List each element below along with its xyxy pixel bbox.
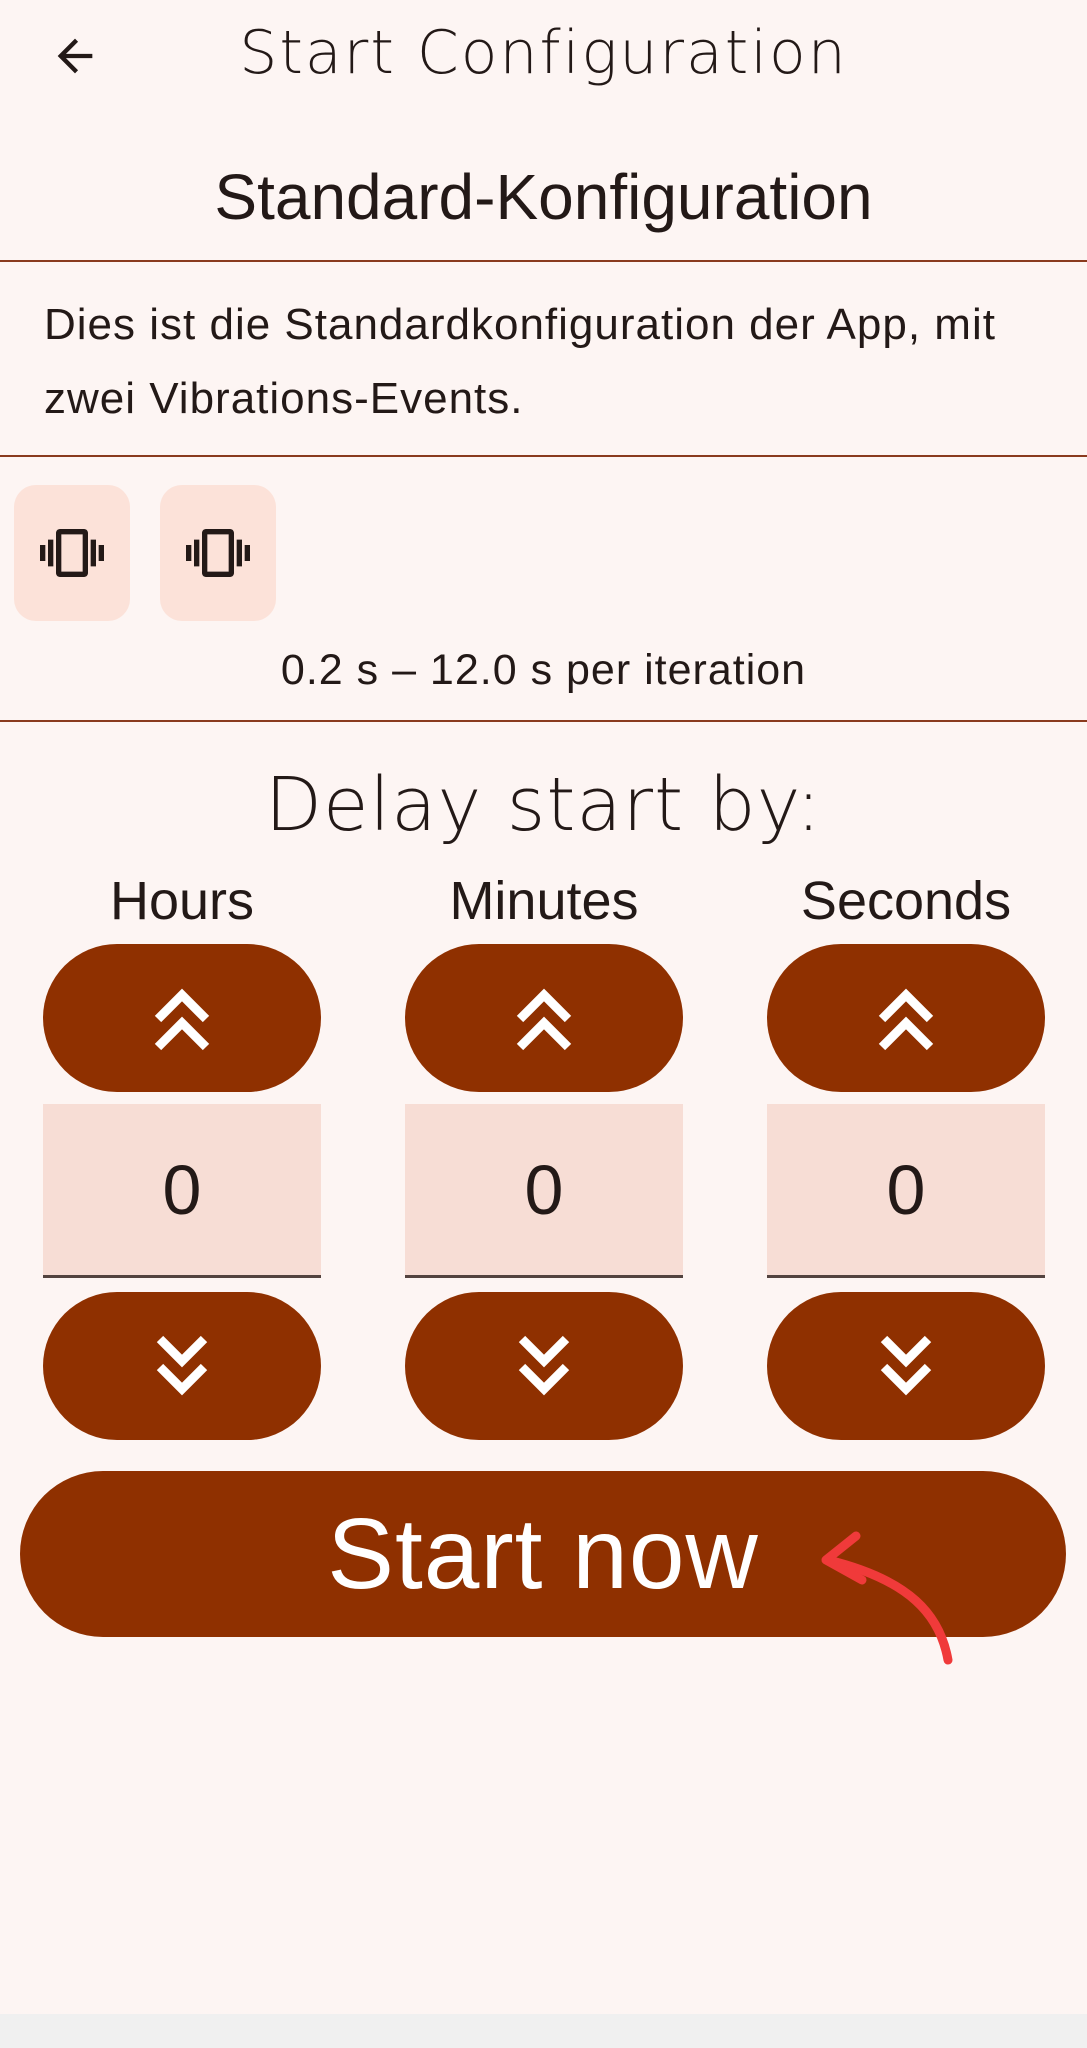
double-chevron-down-icon [156,1335,208,1396]
seconds-decrease-button[interactable] [767,1292,1045,1440]
double-chevron-up-icon [154,988,210,1051]
divider [0,455,1087,457]
hours-increase-button[interactable] [43,944,321,1092]
hours-decrease-button[interactable] [43,1292,321,1440]
start-now-label: Start now [327,1497,759,1610]
minutes-input[interactable]: 0 [405,1104,683,1278]
double-chevron-up-icon [516,988,572,1051]
hours-input[interactable]: 0 [43,1104,321,1278]
iteration-duration: 0.2 s – 12.0 s per iteration [280,646,807,694]
delay-title: Delay start by: [265,762,822,848]
divider [0,720,1087,722]
page-title: Start Configuration [239,18,848,88]
minutes-decrease-button[interactable] [405,1292,683,1440]
double-chevron-up-icon [878,988,934,1051]
seconds-label: Seconds [800,871,1012,931]
double-chevron-down-icon [518,1335,570,1396]
config-name: Standard-Konfiguration [214,161,873,233]
double-chevron-down-icon [880,1335,932,1396]
vibration-icon [40,529,104,577]
hours-label: Hours [109,871,255,931]
vibration-event-chip[interactable] [14,485,130,621]
annotation-arrow-icon [821,1531,953,1665]
minutes-label: Minutes [449,871,639,931]
navigation-bar [0,2014,1087,2048]
minutes-increase-button[interactable] [405,944,683,1092]
seconds-increase-button[interactable] [767,944,1045,1092]
divider [0,260,1087,262]
vibration-icon [186,529,250,577]
config-description: Dies ist die Standardkonfiguration der A… [44,300,996,423]
seconds-input[interactable]: 0 [767,1104,1045,1278]
vibration-event-chip[interactable] [160,485,276,621]
